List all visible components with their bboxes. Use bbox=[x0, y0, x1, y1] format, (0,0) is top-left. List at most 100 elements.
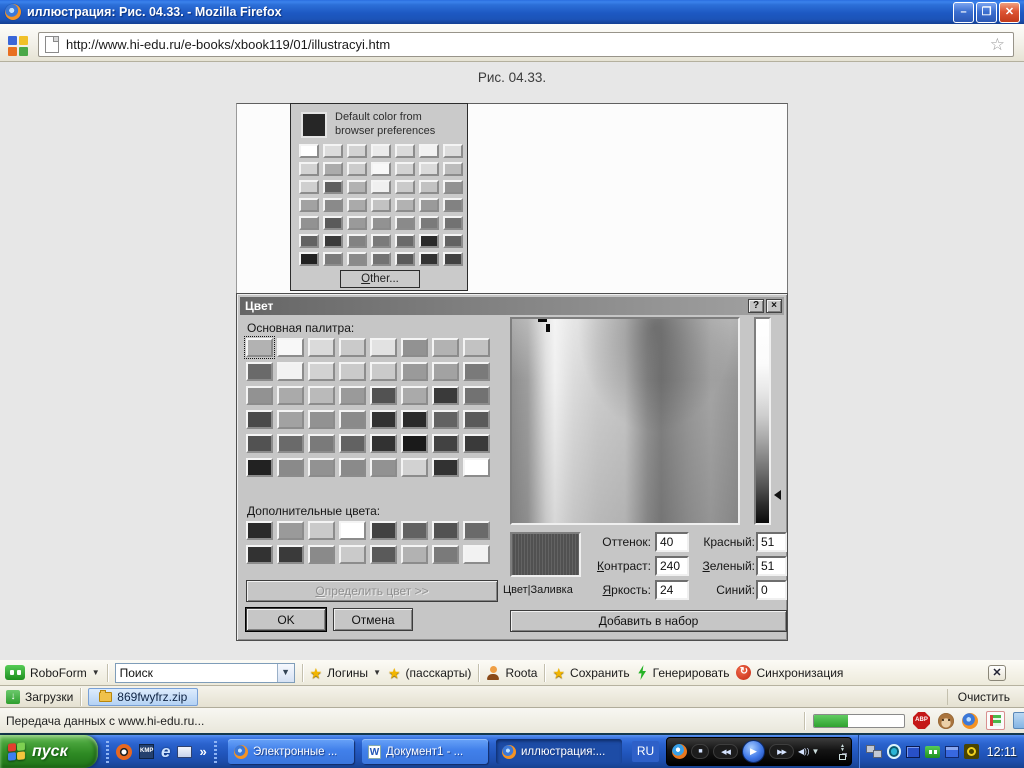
daemon-tools-tray-icon[interactable] bbox=[886, 744, 902, 759]
color-swatch[interactable] bbox=[299, 234, 319, 248]
extension-toggle-icon[interactable] bbox=[986, 711, 1005, 730]
download-item[interactable]: 869fwyfrz.zip bbox=[88, 687, 199, 706]
color-swatch[interactable] bbox=[463, 458, 490, 477]
color-swatch[interactable] bbox=[432, 434, 459, 453]
luminance-slider-arrow[interactable] bbox=[774, 490, 781, 500]
color-swatch[interactable] bbox=[395, 216, 415, 230]
color-swatch[interactable] bbox=[419, 216, 439, 230]
add-to-custom-button[interactable]: Добавить в набор bbox=[510, 610, 787, 632]
color-swatch[interactable] bbox=[371, 198, 391, 212]
color-swatch[interactable] bbox=[395, 252, 415, 266]
start-button[interactable]: пуск bbox=[0, 735, 98, 768]
color-swatch[interactable] bbox=[401, 386, 428, 405]
color-swatch[interactable] bbox=[308, 362, 335, 381]
roboform-tray-icon[interactable] bbox=[924, 745, 941, 758]
color-swatch[interactable] bbox=[339, 545, 366, 564]
color-swatch[interactable] bbox=[419, 180, 439, 194]
taskbar-item-1[interactable]: Электронные ... bbox=[228, 739, 354, 764]
viewer-app-icon[interactable] bbox=[116, 743, 132, 760]
clear-downloads-button[interactable]: Очистить bbox=[946, 688, 1010, 705]
show-desktop-icon[interactable] bbox=[177, 745, 193, 758]
color-swatch[interactable] bbox=[323, 180, 343, 194]
color-swatch[interactable] bbox=[339, 521, 366, 540]
color-swatch[interactable] bbox=[419, 198, 439, 212]
color-swatch[interactable] bbox=[246, 386, 273, 405]
color-swatch[interactable] bbox=[401, 362, 428, 381]
color-swatch[interactable] bbox=[463, 362, 490, 381]
color-swatch[interactable] bbox=[395, 234, 415, 248]
next-button[interactable]: ▶▶ bbox=[769, 744, 794, 759]
color-swatch[interactable] bbox=[370, 386, 397, 405]
color-swatch[interactable] bbox=[432, 410, 459, 429]
window-tray-icon[interactable] bbox=[945, 745, 960, 758]
color-swatch[interactable] bbox=[299, 252, 319, 266]
color-swatch[interactable] bbox=[432, 545, 459, 564]
color-swatch[interactable] bbox=[371, 234, 391, 248]
extension-grid-icon[interactable] bbox=[8, 36, 29, 57]
color-swatch[interactable] bbox=[299, 180, 319, 194]
color-swatch[interactable] bbox=[401, 410, 428, 429]
color-swatch[interactable] bbox=[308, 521, 335, 540]
color-swatch[interactable] bbox=[299, 162, 319, 176]
ok-button[interactable]: OK bbox=[245, 607, 327, 632]
color-swatch[interactable] bbox=[371, 216, 391, 230]
search-dropdown-button[interactable]: ▼ bbox=[276, 663, 294, 682]
color-swatch[interactable] bbox=[401, 434, 428, 453]
color-swatch[interactable] bbox=[277, 434, 304, 453]
internet-explorer-icon[interactable]: e bbox=[161, 743, 170, 760]
color-swatch[interactable] bbox=[443, 162, 463, 176]
color-swatch[interactable] bbox=[370, 458, 397, 477]
logins-button[interactable]: ★ Логины ▼ bbox=[310, 666, 381, 680]
color-swatch[interactable] bbox=[370, 410, 397, 429]
color-swatch[interactable] bbox=[323, 162, 343, 176]
kmplayer-icon[interactable]: KMP bbox=[139, 744, 154, 759]
taskbar-item-2[interactable]: W Документ1 - ... bbox=[362, 739, 488, 764]
color-swatch[interactable] bbox=[371, 162, 391, 176]
color-swatch[interactable] bbox=[370, 545, 397, 564]
color-swatch[interactable] bbox=[395, 198, 415, 212]
greasemonkey-icon[interactable] bbox=[938, 712, 954, 729]
color-swatch[interactable] bbox=[277, 410, 304, 429]
color-swatch[interactable] bbox=[463, 521, 490, 540]
restore-button[interactable]: ❐ bbox=[976, 1, 997, 23]
toolbar-grip[interactable] bbox=[106, 740, 109, 763]
language-indicator[interactable]: RU bbox=[632, 741, 659, 762]
color-swatch[interactable] bbox=[443, 216, 463, 230]
taskbar-item-3-active[interactable]: иллюстрация:... bbox=[496, 739, 622, 764]
color-swatch[interactable] bbox=[419, 234, 439, 248]
generate-button[interactable]: Генерировать bbox=[637, 665, 729, 680]
color-swatch[interactable] bbox=[395, 180, 415, 194]
color-swatch[interactable] bbox=[463, 434, 490, 453]
color-swatch[interactable] bbox=[339, 434, 366, 453]
minimize-button[interactable]: – bbox=[953, 1, 974, 23]
color-swatch[interactable] bbox=[323, 198, 343, 212]
color-swatch[interactable] bbox=[370, 521, 397, 540]
display-tray-icon[interactable] bbox=[906, 745, 920, 758]
color-swatch[interactable] bbox=[299, 144, 319, 158]
color-swatch[interactable] bbox=[371, 252, 391, 266]
color-swatch[interactable] bbox=[347, 216, 367, 230]
color-swatch[interactable] bbox=[339, 410, 366, 429]
color-swatch[interactable] bbox=[371, 180, 391, 194]
color-swatch[interactable] bbox=[299, 198, 319, 212]
toolbar-grip[interactable] bbox=[213, 740, 217, 763]
color-swatch[interactable] bbox=[339, 338, 366, 357]
save-button[interactable]: ★ Сохранить bbox=[552, 666, 629, 680]
color-swatch[interactable] bbox=[347, 252, 367, 266]
dialog-close-button[interactable]: × bbox=[766, 299, 782, 313]
define-color-button[interactable]: Определить цвет >> bbox=[246, 580, 498, 602]
adblock-icon[interactable]: ABP bbox=[913, 712, 930, 729]
color-swatch[interactable] bbox=[370, 338, 397, 357]
color-swatch[interactable] bbox=[246, 545, 273, 564]
contrast-input[interactable]: 240 bbox=[655, 556, 689, 576]
luminance-bar[interactable] bbox=[754, 317, 771, 525]
color-swatch[interactable] bbox=[339, 362, 366, 381]
color-swatch[interactable] bbox=[370, 434, 397, 453]
band-spinner[interactable]: ▲ ▼ bbox=[840, 743, 845, 752]
color-swatch[interactable] bbox=[246, 434, 273, 453]
cancel-button[interactable]: Отмена bbox=[333, 608, 413, 631]
color-swatch[interactable] bbox=[277, 338, 304, 357]
color-swatch[interactable] bbox=[432, 386, 459, 405]
user-button[interactable]: Roota bbox=[486, 665, 537, 680]
color-swatch[interactable] bbox=[443, 252, 463, 266]
